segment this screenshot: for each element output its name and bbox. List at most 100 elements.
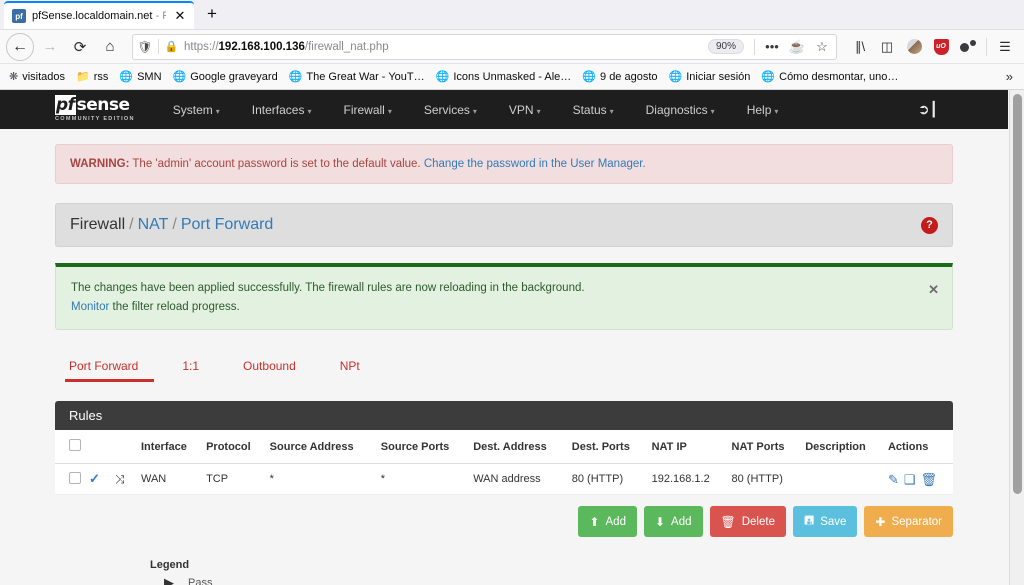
zoom-level-badge[interactable]: 90% [707,39,744,54]
save-label: Save [820,515,847,528]
tab-outbound[interactable]: Outbound [221,353,318,382]
menu-system[interactable]: System ▾ [157,103,236,117]
menu-services[interactable]: Services ▾ [408,103,493,117]
hamburger-menu-icon[interactable]: ☰ [992,34,1018,60]
add-up-button[interactable]: ⬆ Add [578,506,637,538]
col-dest-address: Dest. Address [469,430,568,465]
tab-title: pfSense.localdomain.net - F [32,10,166,22]
bookmark-item-iniciar-sesion[interactable]: 🌐 Iniciar sesión [664,68,756,85]
pfsense-logo[interactable]: pf sense COMMUNITY EDITION [55,95,135,122]
bookmark-item-visitados[interactable]: ❋ visitados [4,68,70,85]
tab-one-to-one[interactable]: 1:1 [160,353,221,382]
pfsense-logo-text: pf sense [55,95,135,115]
address-bar[interactable]: 🛡 🔒 https://192.168.100.136/firewall_nat… [132,33,837,60]
menu-diagnostics[interactable]: Diagnostics ▾ [630,103,731,117]
separator-button[interactable]: ✚ Separator [864,506,953,538]
logo-subtitle: COMMUNITY EDITION [55,116,135,122]
bookmark-label: The Great War - YouT… [306,70,425,83]
vertical-scrollbar[interactable] [1009,90,1024,585]
legend-item-pass: ▶ Pass [150,575,953,585]
bookmark-item-como-desmontar[interactable]: 🌐 Cómo desmontar, uno… [756,68,903,85]
globe-icon: 🌐 [582,71,597,83]
edit-icon[interactable]: ✎ [888,473,899,486]
cell-protocol: TCP [202,463,266,496]
separator-label: Separator [891,515,942,528]
row-checkbox[interactable] [69,471,81,484]
new-tab-button[interactable]: + [198,1,226,29]
copy-icon[interactable]: ❑ [904,473,916,486]
chevron-down-icon: ▾ [536,106,541,116]
chevron-down-icon: ▾ [710,106,715,116]
browser-tab-pfsense[interactable]: pf pfSense.localdomain.net - F ✕ [4,1,194,29]
url-host: 192.168.100.136 [218,40,305,53]
col-dest-ports: Dest. Ports [567,430,648,465]
change-password-link[interactable]: Change the password in the User Manager. [424,158,646,170]
bookmark-item-smn[interactable]: 🌐 SMN [114,68,166,85]
bookmark-label: Icons Unmasked - Ale… [453,70,572,83]
cell-nat-ports: 80 (HTTP) [727,463,802,496]
breadcrumb-port-forward-link[interactable]: Port Forward [181,216,273,233]
cell-dest-address: WAN address [469,463,568,496]
logo-pf: pf [55,95,76,115]
home-button[interactable]: ⌂ [96,33,124,61]
cell-source-ports: * [376,463,470,496]
col-nat-ports: NAT Ports [727,430,802,465]
tab-npt[interactable]: NPt [318,353,382,382]
back-button[interactable]: ← [6,32,34,61]
select-all-checkbox[interactable] [69,439,81,452]
rules-action-buttons: ⬆ Add ⬇ Add 🗑 Delete 🖪 Save ✚ Separator [55,506,953,538]
close-tab-icon[interactable]: ✕ [172,8,188,24]
bookmarks-overflow-icon[interactable]: » [999,69,1020,84]
url-divider [158,39,159,54]
toolbar-icons: ∥\ ◫ uO ☰ [847,34,1018,60]
page-actions-icon[interactable]: ••• [762,39,782,54]
help-question-icon[interactable]: ? [921,216,938,234]
tab-port-forward[interactable]: Port Forward [55,353,160,383]
chevron-down-icon: ▾ [307,106,312,116]
ublock-origin-icon[interactable]: uO [928,34,954,60]
chevron-down-icon: ▾ [215,106,220,116]
cell-actions: ✎ ❑ 🗑 [883,463,953,496]
account-avatar-icon[interactable] [901,34,927,60]
menu-status[interactable]: Status ▾ [557,103,630,117]
menu-interfaces[interactable]: Interfaces ▾ [236,103,328,117]
bookmark-item-the-great-war[interactable]: 🌐 The Great War - YouT… [284,68,430,85]
scrollbar-thumb[interactable] [1013,94,1022,494]
chevron-down-icon: ▾ [472,106,477,116]
success-line-2-text: the filter reload progress. [109,301,240,314]
arrow-up-icon: ⬆ [589,514,600,529]
bookmark-item-icons-unmasked[interactable]: 🌐 Icons Unmasked - Ale… [431,68,577,85]
table-row[interactable]: ✓ ⤨ WAN TCP * * WAN address 80 (HTTP) 19… [55,463,953,496]
bookmark-item-9-de-agosto[interactable]: 🌐 9 de agosto [577,68,662,85]
menu-firewall[interactable]: Firewall ▾ [328,103,408,117]
logout-icon[interactable]: ➲┃ [918,101,938,118]
delete-icon[interactable]: 🗑 [921,473,938,486]
forward-button[interactable]: → [36,33,64,61]
save-button[interactable]: 🖪 Save [792,506,858,538]
sidebar-icon[interactable]: ◫ [874,34,900,60]
tracking-shield-icon[interactable]: 🛡 [137,40,153,54]
bookmark-star-icon[interactable]: ☆ [812,39,832,55]
legend-title: Legend [150,559,190,572]
menu-vpn[interactable]: VPN ▾ [493,103,557,117]
page-viewport: pf sense COMMUNITY EDITION System ▾ Interf… [0,90,1024,585]
menu-help[interactable]: Help ▾ [731,103,795,117]
breadcrumb-nat-link[interactable]: NAT [138,216,169,233]
reload-button[interactable]: ⟳ [66,33,94,61]
delete-button[interactable]: 🗑 Delete [709,506,786,538]
success-line-1: The changes have been applied successful… [71,282,585,295]
lock-warning-icon[interactable]: 🔒 [164,40,179,53]
linked-rule-icon: ⤨ [115,471,125,486]
extension-icon[interactable] [955,34,981,60]
close-icon[interactable]: ✕ [928,279,939,300]
bookmark-item-google-graveyard[interactable]: 🌐 Google graveyard [168,68,283,85]
pocket-icon[interactable]: ☕ [787,39,807,55]
library-icon[interactable]: ∥\ [847,34,873,60]
cell-nat-ip: 192.168.1.2 [647,463,728,496]
rules-panel: Rules Interface Protocol Source Address … [55,401,953,496]
add-down-button[interactable]: ⬇ Add [643,506,703,538]
bookmark-item-rss[interactable]: 📁 rss [71,68,113,85]
pfsense-menu: System ▾ Interfaces ▾ Firewall ▾ Services ▾ … [157,103,795,117]
col-description: Description [801,430,884,465]
monitor-link[interactable]: Monitor [71,301,109,313]
